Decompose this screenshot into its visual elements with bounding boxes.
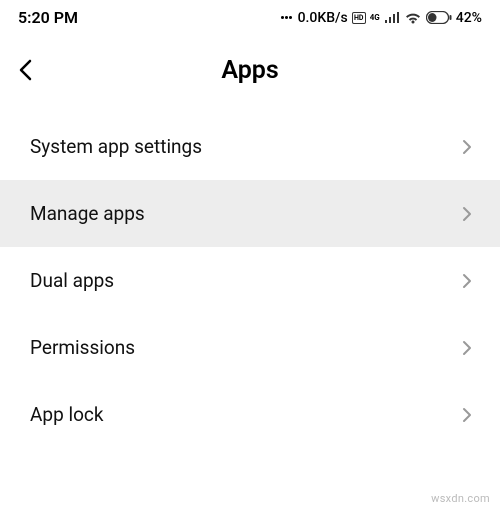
permissions-item[interactable]: Permissions xyxy=(0,314,500,381)
settings-list: System app settings Manage apps Dual app… xyxy=(0,113,500,448)
status-right: 0.0KB/s HD 4G 42% xyxy=(281,10,482,26)
dual-apps-item[interactable]: Dual apps xyxy=(0,247,500,314)
wifi-icon xyxy=(404,11,422,24)
battery-icon xyxy=(426,11,452,24)
battery-percent: 42% xyxy=(456,10,482,26)
status-time: 5:20 PM xyxy=(18,8,78,27)
status-bar: 5:20 PM 0.0KB/s HD 4G 42% xyxy=(0,0,500,31)
system-app-settings-item[interactable]: System app settings xyxy=(0,113,500,180)
watermark: wsxdn.com xyxy=(431,492,490,505)
more-dots-icon xyxy=(281,16,292,19)
chevron-right-icon xyxy=(462,206,472,222)
chevron-right-icon xyxy=(462,407,472,423)
chevron-left-icon xyxy=(18,59,32,81)
app-lock-item[interactable]: App lock xyxy=(0,381,500,448)
network-type: 4G xyxy=(370,14,380,22)
list-item-label: Permissions xyxy=(30,336,135,359)
chevron-right-icon xyxy=(462,340,472,356)
signal-icon xyxy=(384,12,400,24)
manage-apps-item[interactable]: Manage apps xyxy=(0,180,500,247)
list-item-label: Manage apps xyxy=(30,202,145,225)
sim-icon: HD xyxy=(352,12,366,24)
data-rate: 0.0KB/s xyxy=(298,10,348,26)
chevron-right-icon xyxy=(462,139,472,155)
page-title: Apps xyxy=(221,56,278,85)
header: Apps xyxy=(0,31,500,113)
back-button[interactable] xyxy=(18,55,48,85)
list-item-label: App lock xyxy=(30,403,103,426)
list-item-label: System app settings xyxy=(30,135,202,158)
chevron-right-icon xyxy=(462,273,472,289)
list-item-label: Dual apps xyxy=(30,269,114,292)
